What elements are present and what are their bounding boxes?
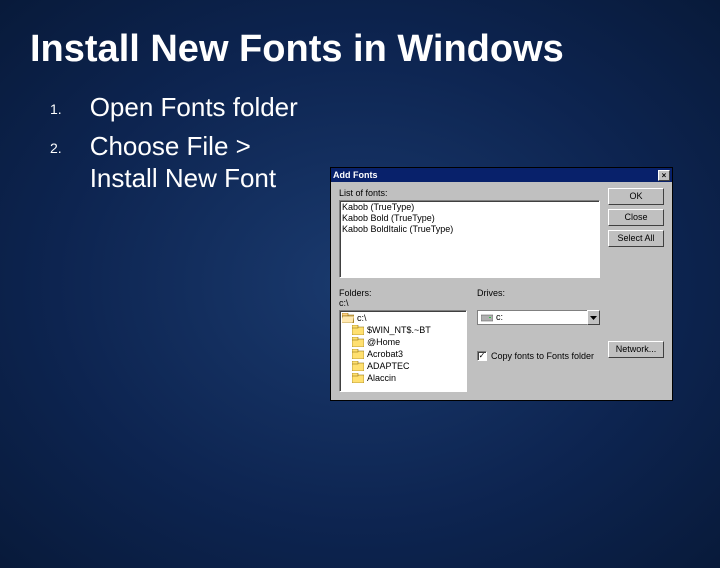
- folder-icon: [352, 373, 364, 383]
- folder-label: ADAPTEC: [367, 360, 410, 372]
- folder-label: c:\: [357, 312, 367, 324]
- folder-label: @Home: [367, 336, 400, 348]
- folder-item[interactable]: ADAPTEC: [342, 360, 464, 372]
- select-all-button[interactable]: Select All: [608, 230, 664, 247]
- copy-fonts-checkbox[interactable]: ✓: [477, 351, 487, 361]
- slide-title: Install New Fonts in Windows: [30, 28, 720, 71]
- ok-button[interactable]: OK: [608, 188, 664, 205]
- drives-label: Drives:: [477, 288, 505, 309]
- folder-item[interactable]: Alaccin: [342, 372, 464, 384]
- bullet-1-text: Open Fonts folder: [90, 91, 300, 124]
- folder-item[interactable]: $WIN_NT$.~BT: [342, 324, 464, 336]
- drive-selected: c:: [496, 311, 503, 324]
- folders-path: c:\: [339, 298, 477, 309]
- add-fonts-dialog: Add Fonts × List of fonts: Kabob (TrueTy…: [330, 167, 673, 401]
- bullet-2-text: Choose File > Install New Font: [90, 130, 300, 195]
- titlebar[interactable]: Add Fonts ×: [331, 168, 672, 182]
- bullet-2: 2. Choose File > Install New Font: [50, 130, 300, 195]
- folder-label: $WIN_NT$.~BT: [367, 324, 431, 336]
- font-item[interactable]: Kabob (TrueType): [342, 202, 597, 213]
- font-item[interactable]: Kabob Bold (TrueType): [342, 213, 597, 224]
- titlebar-title: Add Fonts: [333, 170, 378, 180]
- folder-listbox[interactable]: c:\ $WIN_NT$.~BT @Home Acrobat3: [339, 310, 467, 392]
- folder-item[interactable]: Acrobat3: [342, 348, 464, 360]
- list-of-fonts-label: List of fonts:: [339, 188, 600, 198]
- folder-icon: [352, 349, 364, 359]
- folder-item[interactable]: @Home: [342, 336, 464, 348]
- chevron-down-icon[interactable]: [587, 310, 600, 325]
- bullet-1: 1. Open Fonts folder: [50, 91, 300, 124]
- font-item[interactable]: Kabob BoldItalic (TrueType): [342, 224, 597, 235]
- folder-icon: [352, 325, 364, 335]
- close-button[interactable]: Close: [608, 209, 664, 226]
- drives-combobox[interactable]: c:: [477, 310, 600, 325]
- network-button[interactable]: Network...: [608, 341, 664, 358]
- folders-label: Folders:: [339, 288, 477, 298]
- bullet-list: 1. Open Fonts folder 2. Choose File > In…: [50, 91, 300, 201]
- folder-label: Alaccin: [367, 372, 396, 384]
- folder-icon: [352, 361, 364, 371]
- bullet-2-num: 2.: [50, 140, 62, 158]
- drive-icon: [481, 313, 493, 322]
- bullet-1-num: 1.: [50, 101, 62, 119]
- folder-item-root[interactable]: c:\: [342, 312, 464, 324]
- close-icon[interactable]: ×: [658, 170, 670, 181]
- copy-fonts-label: Copy fonts to Fonts folder: [491, 351, 594, 361]
- open-folder-icon: [342, 313, 354, 323]
- folder-label: Acrobat3: [367, 348, 403, 360]
- folder-icon: [352, 337, 364, 347]
- font-listbox[interactable]: Kabob (TrueType) Kabob Bold (TrueType) K…: [339, 200, 600, 278]
